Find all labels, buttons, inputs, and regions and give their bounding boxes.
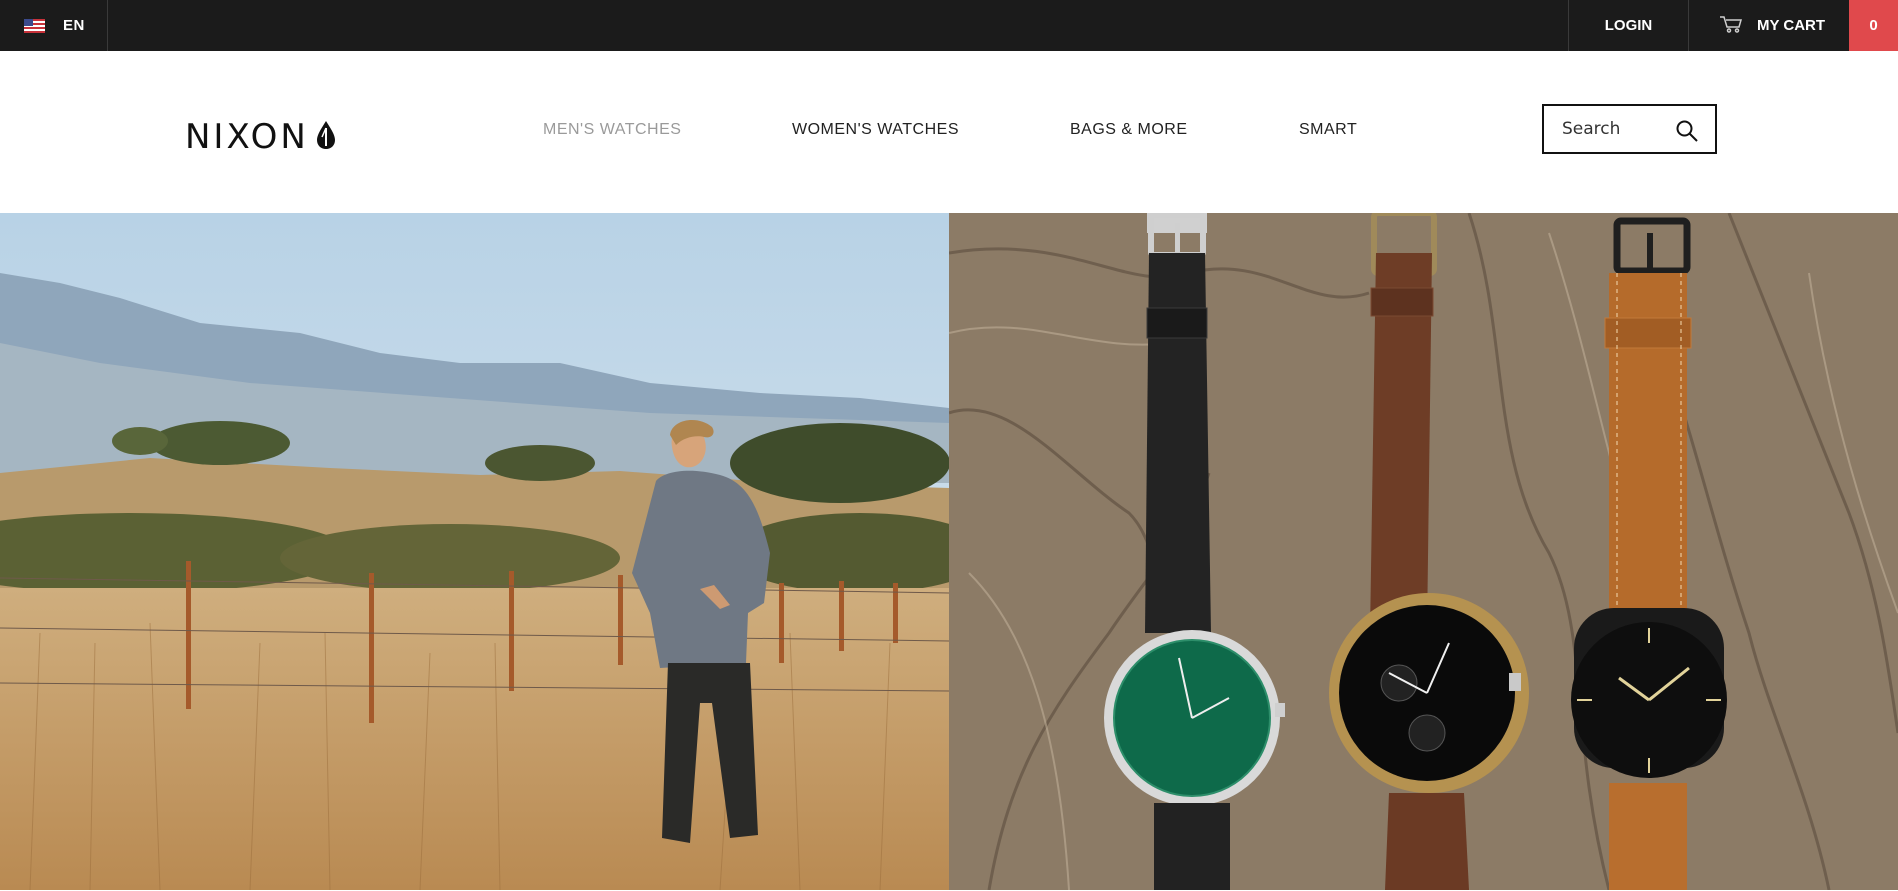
search-icon[interactable] xyxy=(1675,119,1699,148)
language-selector[interactable]: EN xyxy=(0,0,108,51)
nav-mens-watches[interactable]: MEN'S WATCHES xyxy=(543,121,681,139)
top-utility-bar: EN LOGIN MY CART 0 xyxy=(0,0,1898,51)
cart-label: MY CART xyxy=(1757,17,1826,34)
nav-smart[interactable]: SMART xyxy=(1299,121,1357,139)
cart-count-badge[interactable]: 0 xyxy=(1849,0,1898,51)
cart-icon xyxy=(1719,15,1743,37)
site-header: NIXON MEN'S WATCHES WOMEN'S WATCHES BAGS… xyxy=(0,51,1898,213)
hero-image-man-in-field[interactable] xyxy=(0,213,949,890)
hero-image-watches-on-wood[interactable] xyxy=(949,213,1898,890)
my-cart-link[interactable]: MY CART xyxy=(1689,0,1849,51)
us-flag-icon xyxy=(24,18,45,33)
language-label: EN xyxy=(63,17,85,34)
search-input[interactable] xyxy=(1562,119,1672,139)
nav-womens-watches[interactable]: WOMEN'S WATCHES xyxy=(792,121,959,139)
login-link[interactable]: LOGIN xyxy=(1568,0,1689,51)
nav-bags-and-more[interactable]: BAGS & MORE xyxy=(1070,121,1188,139)
search-box xyxy=(1542,104,1717,154)
